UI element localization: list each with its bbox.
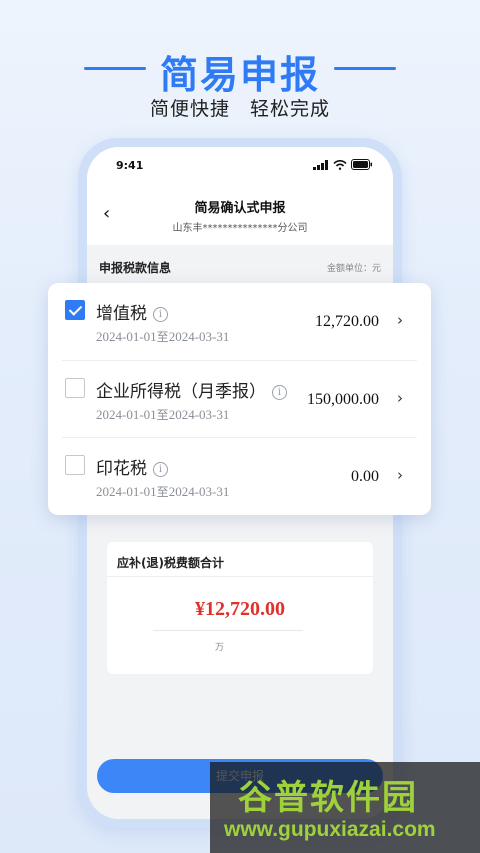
tax-name-label: 企业所得税（月季报）	[96, 382, 266, 402]
watermark: 谷普软件园 www.gupuxiazai.com	[210, 762, 480, 853]
tax-period: 2024-01-01至2024-03-31	[96, 406, 229, 423]
chevron-right-icon[interactable]: ›	[397, 311, 403, 329]
period-sep: 至	[156, 408, 169, 422]
period-start: 2024-01-01	[96, 484, 157, 499]
total-card: 应补(退)税费额合计 ¥12,720.00 万	[107, 542, 373, 674]
checkbox-checked[interactable]	[65, 300, 85, 320]
period-start: 2024-01-01	[96, 329, 157, 344]
tax-name-label: 印花税	[96, 459, 147, 479]
tax-row-stamp[interactable]: 印花税 i 2024-01-01至2024-03-31 0.00 ›	[62, 437, 417, 514]
signal-icon	[313, 159, 328, 170]
section-header: 申报税款信息 金额单位：元	[99, 253, 381, 281]
period-start: 2024-01-01	[96, 407, 157, 422]
period-end: 2024-03-31	[168, 329, 230, 344]
nav-subtitle: 山东丰***************分公司	[172, 223, 308, 234]
total-title: 应补(退)税费额合计	[117, 556, 224, 570]
chevron-right-icon[interactable]: ›	[397, 466, 403, 484]
tax-name-label: 增值税	[96, 304, 147, 324]
divider	[107, 576, 373, 577]
tax-row-corporate-income[interactable]: 企业所得税（月季报） i 2024-01-01至2024-03-31 150,00…	[62, 360, 417, 437]
tax-name: 企业所得税（月季报） i	[96, 377, 287, 402]
hero-line-right	[334, 67, 396, 70]
period-end: 2024-03-31	[168, 484, 230, 499]
total-unit: 万	[215, 643, 225, 653]
watermark-logo: 谷普软件园	[238, 778, 418, 818]
section-title: 申报税款信息	[99, 261, 172, 275]
hero-subtitle: 简便快捷 轻松完成	[149, 98, 330, 120]
checkbox-unchecked[interactable]	[65, 455, 85, 475]
total-amount: ¥12,720.00	[195, 598, 285, 620]
tax-amount: 12,720.00	[315, 313, 379, 330]
tax-row-vat[interactable]: 增值税 i 2024-01-01至2024-03-31 12,720.00 ›	[62, 283, 417, 360]
divider	[153, 630, 303, 631]
tax-name: 增值税 i	[96, 299, 168, 324]
tax-amount: 0.00	[351, 468, 379, 485]
watermark-url: www.gupuxiazai.com	[224, 818, 436, 841]
status-time: 9:41	[116, 159, 144, 172]
period-sep: 至	[156, 485, 169, 499]
info-icon[interactable]: i	[272, 385, 287, 400]
period-sep: 至	[156, 330, 169, 344]
battery-icon	[351, 159, 372, 170]
chevron-right-icon[interactable]: ›	[397, 389, 403, 407]
amount-unit-label: 金额单位：元	[326, 264, 381, 274]
tax-period: 2024-01-01至2024-03-31	[96, 328, 229, 345]
hero-title: 简易申报	[159, 53, 320, 97]
hero-title-row: 简易申报	[0, 40, 480, 97]
checkbox-unchecked[interactable]	[65, 378, 85, 398]
status-bar: 9:41	[87, 147, 393, 183]
period-end: 2024-03-31	[168, 407, 230, 422]
wifi-icon	[333, 159, 347, 170]
nav-bar: ‹ 简易确认式申报 山东丰***************分公司	[87, 183, 393, 245]
tax-amount: 150,000.00	[307, 391, 379, 408]
tax-list-card: 增值税 i 2024-01-01至2024-03-31 12,720.00 › 企…	[48, 283, 431, 515]
status-icons	[313, 159, 373, 170]
info-icon[interactable]: i	[153, 307, 168, 322]
tax-period: 2024-01-01至2024-03-31	[96, 483, 229, 500]
info-icon[interactable]: i	[153, 462, 168, 477]
tax-name: 印花税 i	[96, 454, 168, 479]
nav-title: 简易确认式申报	[194, 201, 286, 216]
